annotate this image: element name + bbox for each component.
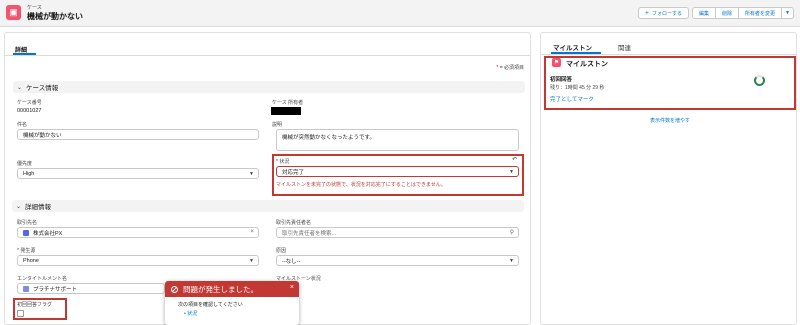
first-response-checkbox[interactable] [17,310,24,317]
owner-redacted [271,107,301,115]
reason-select[interactable]: --なし-- ▼ [276,255,519,266]
milestone-icon: ⚑ [552,58,561,67]
close-icon[interactable]: × [290,284,294,291]
status-label: * 状況 [276,159,290,165]
chevron-down-icon: ⌄ [16,203,22,210]
owner-label: ケース 所有者 [272,100,304,106]
required-note: * = 必須項目 [496,65,524,71]
error-popover: 問題が発生しました。 × 次の項目を確認してください • 状況 [165,281,299,325]
more-actions-button[interactable]: ▼ [781,7,794,19]
milestone-card-title: マイルストン [566,61,608,68]
tab-divider [5,55,530,56]
first-response-label: 初回回答フラグ [17,302,53,308]
contact-label: 取引先責任者名 [276,220,312,226]
error-popover-body: 次の項目を確認してください • 状況 [165,297,299,317]
priority-label: 優先度 [17,161,33,167]
plus-icon: + [644,9,649,17]
progress-ring-icon [754,75,765,86]
tab-divider [541,54,796,55]
description-label: 説明 [272,122,283,128]
subject-input[interactable]: 機械が動かない [17,129,259,140]
entitlement-icon [23,285,29,292]
error-icon [171,285,178,293]
milestone-remaining: 残り：1時間 45 分 29 秒 [550,85,605,91]
caret-down-icon: ▼ [249,258,254,264]
chevron-down-icon: ▼ [785,10,790,16]
chevron-down-icon: ⌄ [17,84,23,91]
page-title: 機械が動かない [27,12,83,21]
record-header: ▣ ケース 機械が動かない + フォローする 編集 削除 所有者を変更 ▼ [0,0,800,27]
caret-down-icon: ▼ [249,171,254,177]
undo-icon[interactable]: ↶ [512,156,517,163]
entitlement-lookup[interactable]: プラチナサポート [17,283,165,294]
description-textarea[interactable]: 機械が突然動かなくなったようです。 [276,129,519,151]
header-actions: + フォローする 編集 削除 所有者を変更 ▼ [637,7,794,19]
status-select[interactable]: 対応完了 ▼ [276,166,519,177]
caret-down-icon: ▼ [509,169,514,175]
account-lookup[interactable]: 株式会社PX × [17,227,259,238]
origin-select[interactable]: Phone ▼ [17,255,259,266]
subject-label: 件名 [17,122,28,128]
account-icon [23,229,29,236]
close-icon[interactable]: × [250,229,254,235]
show-more-link[interactable]: 表示件数を増やす [650,117,690,124]
object-label: ケース [27,5,42,11]
search-icon: ⚲ [509,230,514,236]
error-popover-header: 問題が発生しました。 [165,281,299,297]
account-label: 取引先名 [17,220,38,226]
case-icon: ▣ [6,5,21,20]
mark-complete-link[interactable]: 完了としてマーク [550,95,594,103]
follow-button[interactable]: + フォローする [637,7,689,19]
error-field-link[interactable]: • 状況 [184,310,299,317]
milestone-name: 初回回答 [550,77,573,83]
section-detail-info[interactable]: ⌄ 詳細情報 [12,200,524,212]
priority-select[interactable]: High ▼ [17,168,259,179]
contact-search-input[interactable]: 取引先責任者を検索... ⚲ [276,227,519,238]
change-owner-button[interactable]: 所有者を変更 [738,7,783,19]
status-error-text: マイルストンを未完了の状態で、状況を対応完了にすることはできません。 [276,182,446,188]
tab-milestones[interactable]: マイルストン [553,42,592,52]
case-number-label: ケース番号 [17,100,42,106]
origin-label: * 発生源 [17,248,36,254]
reason-label: 原因 [276,248,287,254]
case-number-value: 00001027 [17,108,42,114]
edit-button[interactable]: 編集 [692,7,717,19]
delete-button[interactable]: 削除 [715,7,740,19]
caret-down-icon: ▼ [509,258,514,264]
section-case-info[interactable]: ⌄ ケース情報 [13,81,525,93]
entitlement-label: エンタイトルメント名 [17,276,68,282]
tab-related[interactable]: 関連 [618,42,631,52]
